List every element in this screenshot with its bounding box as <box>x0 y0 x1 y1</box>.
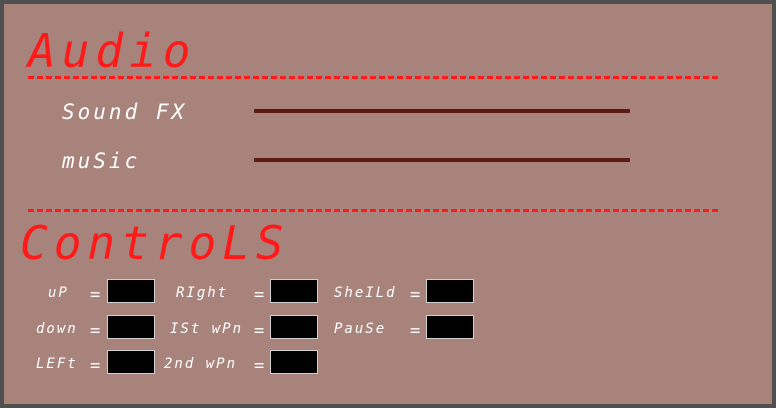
down-key-field[interactable] <box>107 315 155 339</box>
left-equals: = <box>90 356 101 376</box>
shield-label: SheILd <box>334 285 397 301</box>
audio-heading: Audio <box>28 24 197 78</box>
left-label: LEFt <box>36 356 78 372</box>
right-equals: = <box>254 285 265 305</box>
music-slider[interactable] <box>254 158 630 162</box>
first-weapon-equals: = <box>254 321 265 341</box>
music-label: muSic <box>62 149 141 173</box>
first-weapon-key-field[interactable] <box>270 315 318 339</box>
up-equals: = <box>90 285 101 305</box>
up-label: uP <box>48 285 69 301</box>
second-weapon-label: 2nd wPn <box>164 356 238 372</box>
right-key-field[interactable] <box>270 279 318 303</box>
audio-divider <box>28 76 718 79</box>
sound-fx-label: Sound FX <box>62 100 188 124</box>
controls-heading: ControLS <box>20 216 290 270</box>
settings-panel: Audio Sound FX muSic ControLS uP = down … <box>0 0 776 408</box>
pause-label: PauSe <box>334 321 387 337</box>
right-label: RIght <box>176 285 229 301</box>
first-weapon-label: ISt wPn <box>170 321 244 337</box>
shield-equals: = <box>410 285 421 305</box>
down-label: down <box>36 321 78 337</box>
shield-key-field[interactable] <box>426 279 474 303</box>
pause-equals: = <box>410 321 421 341</box>
second-weapon-key-field[interactable] <box>270 350 318 374</box>
controls-divider <box>28 209 718 212</box>
pause-key-field[interactable] <box>426 315 474 339</box>
second-weapon-equals: = <box>254 356 265 376</box>
up-key-field[interactable] <box>107 279 155 303</box>
down-equals: = <box>90 321 101 341</box>
sound-fx-slider[interactable] <box>254 109 630 113</box>
left-key-field[interactable] <box>107 350 155 374</box>
